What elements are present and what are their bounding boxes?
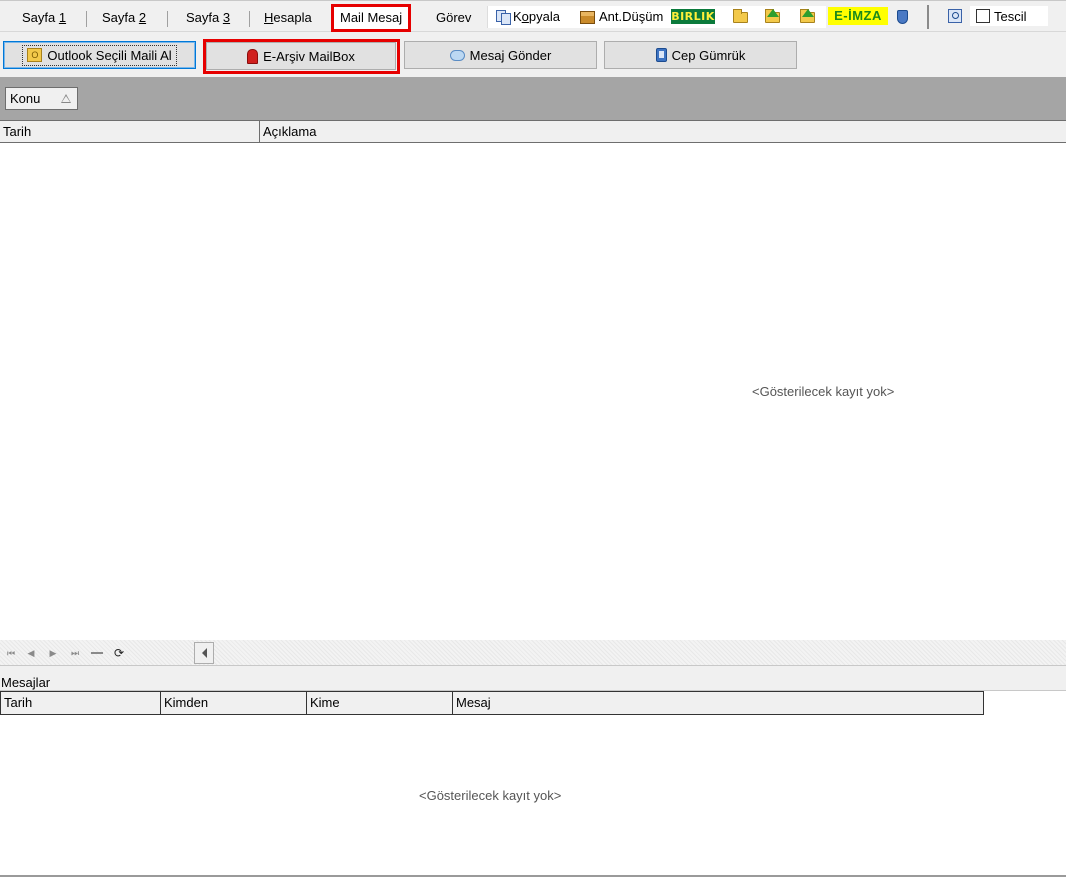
- messages-grid[interactable]: Tarih Kimden Kime Mesaj <Gösterilecek ka…: [0, 691, 1066, 875]
- scroll-left-button[interactable]: [194, 642, 214, 664]
- column-header-kime[interactable]: Kime: [307, 692, 452, 714]
- tab-gorev[interactable]: Görev: [430, 5, 477, 31]
- upload-arrow-icon: [767, 9, 779, 17]
- column-header-aciklama[interactable]: Açıklama: [260, 121, 1066, 142]
- button-label: Outlook Seçili Maili Al: [47, 47, 172, 63]
- tab-label-accel: H: [264, 10, 274, 25]
- kopyala-label-accel: o: [521, 9, 529, 24]
- folder-open-icon[interactable]: [733, 9, 748, 23]
- column-header-tarih[interactable]: Tarih: [0, 121, 259, 142]
- mailbox-icon: [247, 48, 259, 64]
- ant-dusum-label: Ant.Düşüm: [599, 9, 664, 24]
- tescil-label: Tescil: [994, 8, 1027, 24]
- outlook-icon: O: [27, 48, 43, 62]
- group-by-panel: Konu: [0, 77, 1066, 120]
- grid-header: Tarih Açıklama: [0, 120, 1066, 143]
- speech-bubble-icon: [449, 49, 465, 61]
- column-header-kimden[interactable]: Kimden: [161, 692, 306, 714]
- tab-sayfa-1[interactable]: Sayfa 1: [16, 5, 72, 31]
- empty-messages-message: <Gösterilecek kayıt yok>: [419, 788, 562, 803]
- messages-section-title: Mesajlar: [0, 674, 1066, 691]
- tab-divider: [167, 11, 168, 27]
- kopyala-button[interactable]: Ko pyala: [496, 7, 560, 27]
- action-button-row: O Outlook Seçili Maili Al E-Arşiv MailBo…: [0, 33, 1066, 77]
- kopyala-label: K: [513, 9, 522, 24]
- column-header-tarih[interactable]: Tarih: [1, 692, 160, 714]
- tab-label: Mail Mesaj: [340, 10, 403, 25]
- mesaj-gonder-button[interactable]: Mesaj Gönder: [404, 41, 597, 69]
- tab-mail-mesaj[interactable]: Mail Mesaj: [331, 4, 412, 32]
- first-record-icon[interactable]: ⏮: [2, 646, 20, 660]
- shield-icon[interactable]: [897, 10, 908, 24]
- tab-label-accel: 2: [138, 10, 147, 25]
- go-arrow-icon: [802, 9, 814, 17]
- tab-sayfa-2[interactable]: Sayfa 2: [96, 5, 152, 31]
- outlook-secili-maili-al-button[interactable]: O Outlook Seçili Maili Al: [3, 41, 196, 69]
- kopyala-label-rest: pyala: [528, 9, 560, 24]
- birlik-button[interactable]: BIRLIK: [671, 9, 715, 24]
- sort-ascending-icon: [61, 94, 71, 103]
- tab-sayfa-3[interactable]: Sayfa 3: [180, 5, 236, 31]
- refresh-icon[interactable]: ⟳: [110, 646, 128, 660]
- button-label: Cep Gümrük: [671, 47, 746, 63]
- messages-grid-header: Tarih Kimden Kime Mesaj: [0, 691, 984, 715]
- magnifier-icon[interactable]: [948, 9, 962, 23]
- ant-dusum-button[interactable]: Ant.Düşüm: [580, 7, 663, 27]
- top-tab-bar: Sayfa 1 Sayfa 2 Sayfa 3 Hesapla Mail Mes…: [0, 0, 1066, 32]
- box-icon: [580, 10, 595, 24]
- birlik-logo-text: BIRLIK: [671, 10, 715, 23]
- e-imza-label: E-İMZA: [834, 8, 882, 23]
- button-label: Mesaj Gönder: [469, 47, 552, 63]
- grid-body[interactable]: <Gösterilecek kayıt yok>: [0, 143, 1066, 640]
- cep-gumruk-button[interactable]: Cep Gümrük: [604, 41, 797, 69]
- empty-grid-message: <Gösterilecek kayıt yok>: [752, 384, 895, 399]
- tab-label: esapla: [273, 10, 312, 25]
- delete-record-icon[interactable]: [88, 646, 106, 660]
- tab-label: Sayfa: [186, 10, 223, 25]
- tab-label-accel: 1: [58, 10, 67, 25]
- button-focus: O Outlook Seçili Maili Al: [22, 44, 177, 66]
- tescil-checkbox[interactable]: Tescil: [970, 6, 1048, 26]
- tab-divider: [86, 11, 87, 27]
- tab-label: Görev: [436, 10, 472, 25]
- next-record-icon[interactable]: ▶: [44, 646, 62, 660]
- grid-navigator: ⏮ ◀ ▶ ⏭ ⟳: [0, 640, 1066, 666]
- e-arsiv-mailbox-button[interactable]: E-Arşiv MailBox: [206, 42, 396, 70]
- last-record-icon[interactable]: ⏭: [66, 646, 84, 660]
- toolbar-divider: [927, 5, 929, 29]
- group-chip-konu[interactable]: Konu: [5, 87, 78, 110]
- tab-label: Sayfa: [102, 10, 139, 25]
- column-header-mesaj[interactable]: Mesaj: [453, 692, 983, 714]
- scroll-left-icon: [201, 648, 207, 658]
- tab-hesapla[interactable]: Hesapla: [258, 5, 318, 31]
- button-label: E-Arşiv MailBox: [263, 48, 355, 64]
- e-imza-button[interactable]: E-İMZA: [828, 7, 888, 25]
- tab-label-accel: 3: [222, 10, 231, 25]
- tab-label: Sayfa: [22, 10, 59, 25]
- prev-record-icon[interactable]: ◀: [22, 646, 40, 660]
- checkbox-box[interactable]: [976, 9, 990, 23]
- group-chip-label: Konu: [10, 91, 41, 106]
- phone-icon: [655, 48, 667, 62]
- tab-divider: [249, 11, 250, 27]
- copy-icon: [496, 10, 511, 25]
